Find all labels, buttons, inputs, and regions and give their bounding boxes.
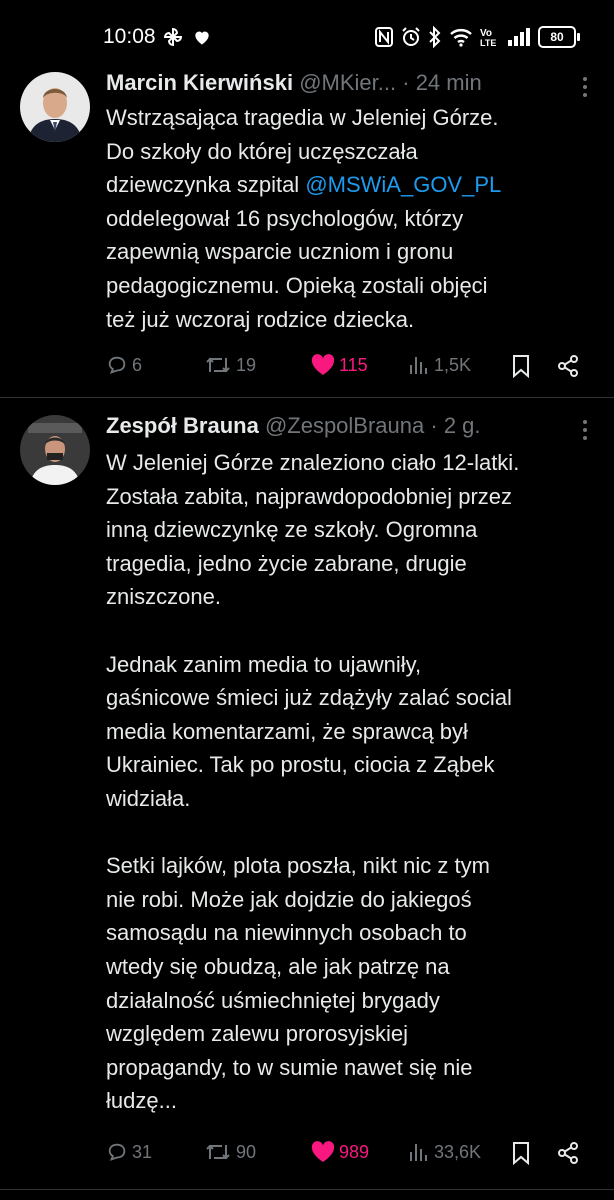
author-handle[interactable]: @ZespolBrauna	[265, 413, 424, 438]
reply-button[interactable]: 31	[106, 1141, 152, 1163]
author-handle[interactable]: @MKier...	[299, 70, 396, 95]
separator-dot: ·	[402, 70, 410, 95]
more-options-icon[interactable]	[582, 76, 588, 98]
repost-count: 90	[236, 1141, 257, 1162]
heart-filled-icon	[311, 354, 335, 376]
views-chart-icon	[408, 1141, 430, 1163]
tweet-actions: 6 19 115 1,5K	[106, 354, 594, 384]
avatar[interactable]	[20, 415, 90, 485]
alarm-icon	[401, 27, 421, 47]
like-count: 115	[339, 354, 368, 375]
share-button[interactable]	[556, 1141, 580, 1165]
tweet-actions: 31 90 989 33,6K	[106, 1141, 594, 1171]
views-button[interactable]: 1,5K	[408, 354, 471, 376]
reply-icon	[106, 1141, 128, 1163]
tweet[interactable]: Zespół Brauna @ZespolBrauna · 2 g. W Jel…	[0, 399, 614, 1189]
pinwheel-icon	[162, 26, 184, 48]
tweet-header: Marcin Kierwiński @MKier... · 24 min	[106, 68, 594, 98]
share-icon	[556, 1141, 580, 1165]
author-name[interactable]: Zespół Brauna	[106, 413, 259, 438]
separator-dot: ·	[430, 413, 438, 438]
reply-count: 31	[132, 1141, 153, 1162]
bookmark-icon	[511, 354, 531, 378]
tweet-text: Wstrząsająca tragedia w Jeleniej Górze. …	[106, 101, 586, 336]
volte-icon: Vo LTE	[480, 26, 500, 48]
like-button[interactable]: 989	[311, 1141, 369, 1163]
tweet-text: W Jeleniej Górze znaleziono ciało 12-lat…	[106, 450, 520, 1114]
tweet-header: Zespół Brauna @ZespolBrauna · 2 g.	[106, 411, 594, 441]
signal-icon	[507, 27, 531, 47]
views-button[interactable]: 33,6K	[408, 1141, 481, 1163]
bookmark-button[interactable]	[511, 354, 531, 378]
share-icon	[556, 354, 580, 378]
tweet-time[interactable]: 24 min	[416, 70, 482, 95]
like-count: 989	[339, 1141, 370, 1162]
tweet[interactable]: Marcin Kierwiński @MKier... · 24 min Wst…	[0, 56, 614, 397]
heart-icon	[192, 27, 212, 47]
like-button[interactable]: 115	[311, 354, 368, 376]
nfc-icon	[374, 26, 394, 48]
repost-button[interactable]: 90	[204, 1141, 256, 1163]
tweet-time[interactable]: 2 g.	[444, 413, 481, 438]
reply-icon	[106, 354, 128, 376]
bookmark-icon	[511, 1141, 531, 1165]
avatar[interactable]	[20, 72, 90, 142]
mention-link[interactable]: @MSWiA_GOV_PL	[305, 172, 501, 197]
bluetooth-icon	[428, 26, 442, 48]
reply-button[interactable]: 6	[106, 354, 142, 376]
wifi-icon	[449, 27, 473, 47]
bookmark-button[interactable]	[511, 1141, 531, 1165]
status-time: 10:08	[103, 25, 156, 48]
views-count: 33,6K	[434, 1141, 482, 1162]
views-count: 1,5K	[434, 354, 472, 375]
repost-icon	[204, 1141, 232, 1163]
repost-icon	[204, 354, 232, 376]
more-options-icon[interactable]	[582, 419, 588, 441]
svg-text:LTE: LTE	[480, 38, 496, 48]
repost-button[interactable]: 19	[204, 354, 256, 376]
battery-icon: 80	[538, 26, 580, 48]
heart-filled-icon	[311, 1141, 335, 1163]
share-button[interactable]	[556, 354, 580, 378]
author-name[interactable]: Marcin Kierwiński	[106, 70, 293, 95]
divider	[0, 1189, 614, 1190]
battery-level: 80	[550, 30, 564, 44]
tweet-text-part: oddelegował 16 psychologów, którzy zapew…	[106, 205, 488, 332]
divider	[0, 397, 614, 398]
reply-count: 6	[132, 354, 143, 375]
views-chart-icon	[408, 354, 430, 376]
repost-count: 19	[236, 354, 257, 375]
